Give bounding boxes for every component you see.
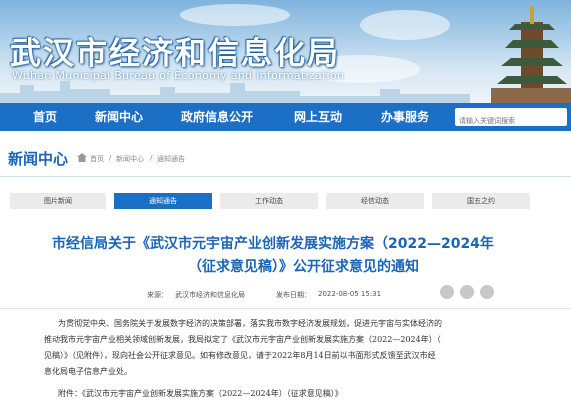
tab-notices[interactable]: 通知通告 bbox=[114, 193, 212, 209]
header-banner: 武汉市经济和信息化局 Wuhan Municipal Bureau of Eco… bbox=[0, 0, 571, 103]
tab-econ-info[interactable]: 经信动态 bbox=[326, 193, 424, 209]
site-subtitle: Wuhan Municipal Bureau of Economy and In… bbox=[12, 69, 345, 82]
search-box bbox=[455, 108, 567, 130]
section-divider bbox=[0, 176, 571, 177]
breadcrumb-separator: / bbox=[150, 154, 153, 162]
body-paragraph: 息化局电子信息产业处。 bbox=[44, 367, 132, 376]
breadcrumb-home[interactable]: 首页 bbox=[90, 154, 104, 164]
site-title: 武汉市经济和信息化局 bbox=[10, 36, 340, 72]
source-label: 来源： bbox=[147, 291, 168, 299]
yellow-crane-tower bbox=[491, 6, 571, 103]
nav-services[interactable]: 办事服务 bbox=[370, 103, 440, 131]
body-paragraph: 见稿）》（见附件），现向社会公开征求意见。如有修改意见，请于2022年8月14日… bbox=[44, 351, 436, 360]
category-tabs: 图片新闻 通知通告 工作动态 经信动态 国五之约 bbox=[10, 193, 571, 209]
nav-home[interactable]: 首页 bbox=[14, 103, 76, 131]
attachment-line[interactable]: 附件：《武汉市元宇宙产业创新发展实施方案（2022—2024年）（征求意见稿）》 bbox=[58, 388, 343, 399]
article-title-line2: （征求意见稿）》公开征求意见的通知 bbox=[188, 259, 419, 275]
nav-news-center[interactable]: 新闻中心 bbox=[88, 103, 150, 131]
source-value: 武汉市经济和信息化局 bbox=[175, 291, 245, 299]
body-paragraph: 为贯彻党中央、国务院关于发展数字经济的决策部署，落实我市数字经济发展规划，促进元… bbox=[58, 319, 442, 328]
article-title-line1: 市经信局关于《武汉市元宇宙产业创新发展实施方案（2022—2024年 bbox=[52, 236, 494, 252]
breadcrumb-news[interactable]: 新闻中心 bbox=[116, 154, 144, 164]
search-input[interactable] bbox=[455, 112, 567, 130]
section-title: 新闻中心 bbox=[8, 150, 69, 168]
cloud-decoration bbox=[180, 4, 290, 26]
meta-divider bbox=[0, 308, 571, 309]
tab-work-updates[interactable]: 工作动态 bbox=[220, 193, 318, 209]
cloud-decoration bbox=[360, 10, 450, 40]
breadcrumb-separator: / bbox=[109, 154, 112, 162]
body-paragraph: 推动我市元宇宙产业相关领域创新发展，我局拟定了《武汉市元宇宙产业创新发展实施方案… bbox=[44, 335, 441, 344]
date-label: 发布日期： bbox=[276, 291, 311, 299]
nav-interaction[interactable]: 网上互动 bbox=[282, 103, 354, 131]
weibo-icon[interactable] bbox=[460, 285, 474, 299]
tab-photo-news[interactable]: 图片新闻 bbox=[10, 193, 106, 209]
nav-gov-info[interactable]: 政府信息公开 bbox=[172, 103, 262, 131]
wechat-icon[interactable] bbox=[440, 285, 454, 299]
tab-guowu[interactable]: 国五之约 bbox=[432, 193, 530, 209]
home-icon bbox=[77, 153, 87, 162]
breadcrumb-notices[interactable]: 通知通告 bbox=[157, 154, 185, 164]
qq-icon[interactable] bbox=[480, 285, 494, 299]
date-value: 2022-08-05 15:31 bbox=[318, 290, 382, 298]
